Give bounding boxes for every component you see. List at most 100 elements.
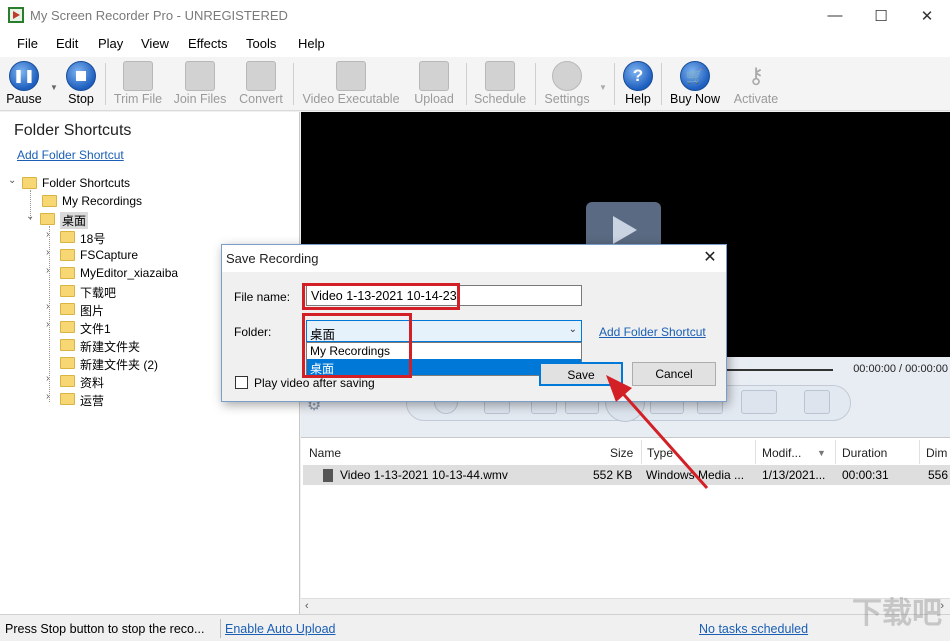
scroll-left-icon[interactable]: ‹: [305, 600, 309, 612]
fullscreen-icon[interactable]: [804, 390, 830, 414]
help-button[interactable]: ? Help: [618, 57, 658, 111]
chevron-down-icon: ⌄: [568, 324, 577, 335]
expand-icon[interactable]: ›: [46, 265, 56, 276]
menu-view[interactable]: View: [141, 36, 169, 51]
cart-icon: 🛒: [680, 61, 710, 91]
file-duration-cell: 00:00:31: [842, 468, 889, 482]
exe-film-icon: [336, 61, 366, 91]
folder-icon: [60, 303, 75, 315]
cancel-button[interactable]: Cancel: [632, 362, 716, 386]
column-header-modified[interactable]: Modif...: [762, 446, 801, 460]
sort-desc-icon: ▼: [817, 448, 826, 458]
app-icon: [8, 7, 24, 23]
menu-file[interactable]: File: [17, 36, 38, 51]
folder-icon: [60, 339, 75, 351]
save-recording-dialog: Save Recording ✕ File name: Folder: 桌面 ⌄…: [221, 244, 727, 402]
pause-icon: ❚❚: [9, 61, 39, 91]
minimize-button[interactable]: —: [812, 0, 858, 31]
folder-icon: [60, 321, 75, 333]
column-header-size[interactable]: Size: [610, 446, 633, 460]
save-button[interactable]: Save: [539, 362, 623, 386]
column-divider: [835, 440, 836, 464]
enable-auto-upload-link[interactable]: Enable Auto Upload: [225, 622, 336, 636]
expand-icon[interactable]: ›: [46, 229, 56, 240]
table-row[interactable]: Video 1-13-2021 10-13-44.wmv 552 KB Wind…: [303, 465, 950, 485]
scissors-film-icon: [123, 61, 153, 91]
dialog-add-folder-shortcut-link[interactable]: Add Folder Shortcut: [599, 325, 706, 339]
upload-icon: [419, 61, 449, 91]
join-files-button[interactable]: Join Files: [170, 57, 230, 111]
settings-button[interactable]: Settings: [539, 57, 595, 111]
pause-dropdown-icon[interactable]: ▼: [50, 83, 58, 92]
expand-icon[interactable]: ›: [46, 391, 56, 402]
expand-icon[interactable]: ›: [46, 373, 56, 384]
menu-effects[interactable]: Effects: [188, 36, 228, 51]
trim-file-button[interactable]: Trim File: [110, 57, 166, 111]
column-header-duration[interactable]: Duration: [842, 446, 887, 460]
watermark: 下载吧: [852, 597, 942, 630]
column-header-name[interactable]: Name: [309, 446, 341, 460]
panel-title: Folder Shortcuts: [14, 122, 132, 139]
video-executable-button[interactable]: Video Executable: [298, 57, 404, 111]
expand-icon[interactable]: ›: [46, 319, 56, 330]
toolbar-separator: [105, 63, 106, 105]
play-after-saving-label[interactable]: Play video after saving: [254, 376, 375, 390]
expand-icon[interactable]: ›: [46, 301, 56, 312]
expand-icon[interactable]: ⌄: [26, 211, 36, 222]
buy-now-button[interactable]: 🛒 Buy Now: [665, 57, 725, 111]
toolbar-separator: [614, 63, 615, 105]
highlight-box-file-name: [302, 283, 460, 310]
expand-icon[interactable]: ›: [46, 247, 56, 258]
folder-shortcut-icon: [42, 195, 57, 207]
toolbar-separator: [466, 63, 467, 105]
menu-bar: File Edit Play View Effects Tools Help: [0, 31, 950, 57]
video-file-icon: [323, 469, 333, 482]
status-divider: [220, 619, 221, 638]
convert-button[interactable]: Convert: [234, 57, 288, 111]
menu-tools[interactable]: Tools: [246, 36, 276, 51]
activate-button[interactable]: ⚷ Activate: [729, 57, 783, 111]
window-title: My Screen Recorder Pro - UNREGISTERED: [30, 8, 288, 23]
maximize-button[interactable]: ☐: [858, 0, 904, 31]
expand-icon[interactable]: ⌄: [8, 175, 18, 186]
upload-button[interactable]: Upload: [408, 57, 460, 111]
column-header-dim[interactable]: Dim: [926, 446, 947, 460]
folder-icon: [60, 231, 75, 243]
volume-icon[interactable]: [741, 390, 777, 414]
app-window: My Screen Recorder Pro - UNREGISTERED — …: [0, 0, 950, 641]
folder-label: Folder:: [234, 325, 272, 339]
menu-edit[interactable]: Edit: [56, 36, 78, 51]
column-header-type[interactable]: Type: [647, 446, 673, 460]
add-folder-shortcut-link[interactable]: Add Folder Shortcut: [17, 148, 124, 162]
toolbar-separator: [293, 63, 294, 105]
convert-icon: [246, 61, 276, 91]
toolbar: ❚❚ Pause ▼ Stop Trim File Join Files Con…: [0, 57, 950, 111]
keys-icon: ⚷: [747, 63, 765, 88]
pause-button[interactable]: ❚❚ Pause: [2, 57, 46, 111]
file-modified-cell: 1/13/2021...: [762, 468, 826, 482]
settings-dropdown-icon[interactable]: ▼: [599, 83, 607, 92]
folder-icon: [22, 177, 37, 189]
scheduled-tasks-link[interactable]: No tasks scheduled: [699, 622, 808, 636]
menu-help[interactable]: Help: [298, 36, 325, 51]
folder-icon: [60, 375, 75, 387]
close-button[interactable]: ✕: [904, 0, 950, 31]
title-bar: My Screen Recorder Pro - UNREGISTERED — …: [0, 0, 950, 31]
file-name-cell: Video 1-13-2021 10-13-44.wmv: [340, 468, 508, 482]
stop-icon: [66, 61, 96, 91]
folder-icon: [60, 267, 75, 279]
highlight-box-folder: [302, 313, 412, 378]
play-after-saving-checkbox[interactable]: [235, 376, 248, 389]
status-bar: Press Stop button to stop the reco... En…: [0, 614, 950, 641]
gear-icon: [552, 61, 582, 91]
join-film-icon: [185, 61, 215, 91]
stop-button[interactable]: Stop: [62, 57, 100, 111]
dialog-title-bar: Save Recording ✕: [222, 245, 726, 272]
toolbar-separator: [535, 63, 536, 105]
schedule-button[interactable]: Schedule: [470, 57, 530, 111]
seek-bar[interactable]: [721, 369, 833, 371]
dialog-close-button[interactable]: ✕: [698, 247, 722, 269]
menu-play[interactable]: Play: [98, 36, 123, 51]
folder-icon: [60, 285, 75, 297]
help-icon: ?: [623, 61, 653, 91]
